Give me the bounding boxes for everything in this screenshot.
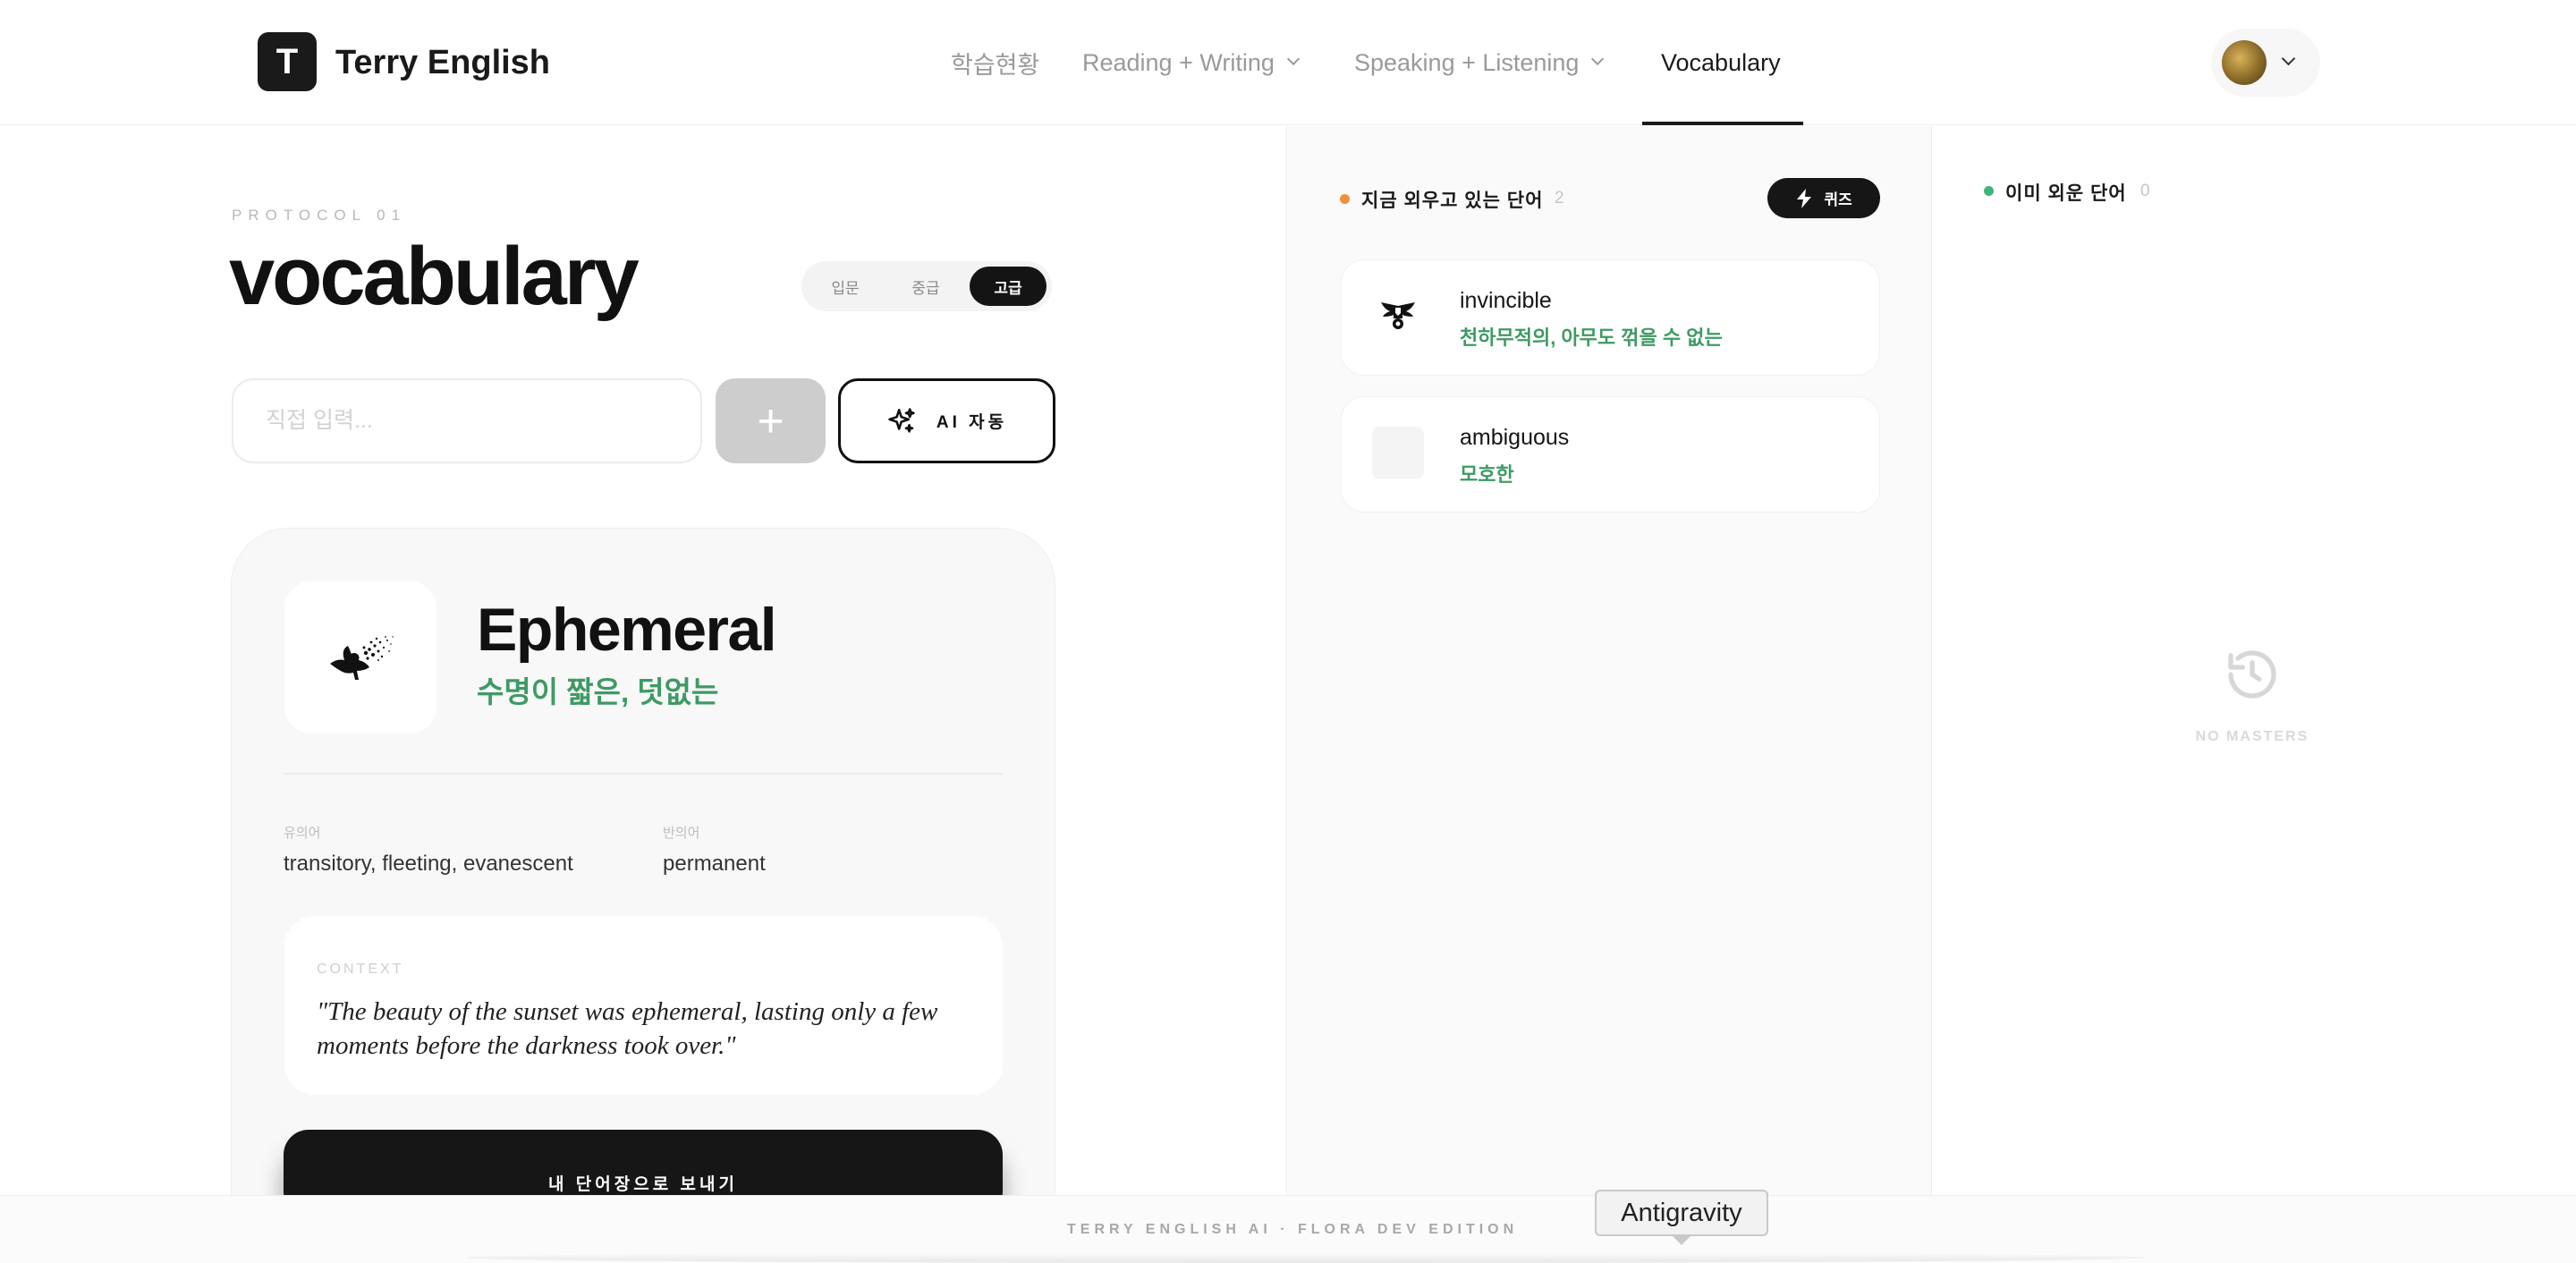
nav-vocabulary[interactable]: Vocabulary — [1661, 0, 1781, 125]
synonyms-value: transitory, fleeting, evanescent — [284, 852, 573, 876]
word-meaning: 수명이 짧은, 덧없는 — [477, 675, 719, 708]
learning-word-meaning: 모호한 — [1460, 463, 1514, 486]
nav-active-indicator — [1642, 122, 1803, 125]
lightning-icon — [1797, 188, 1812, 208]
learning-word-meaning: 천하무적의, 아무도 꺾을 수 없는 — [1460, 326, 1723, 349]
empty-state-text: NO MASTERS — [2195, 729, 2309, 744]
ai-auto-label: AI 자동 — [936, 413, 1008, 432]
page-title: vocabulary — [229, 231, 640, 322]
context-label: CONTEXT — [317, 962, 404, 977]
history-icon — [2228, 650, 2276, 699]
add-word-button[interactable]: + — [716, 378, 826, 463]
word-image — [284, 581, 436, 733]
footer-shadow — [465, 1252, 2147, 1263]
level-advanced-button[interactable]: 고급 — [970, 267, 1046, 306]
nav-reading-writing[interactable]: Reading + Writing — [1082, 0, 1300, 125]
brand-name[interactable]: Terry English — [335, 38, 550, 88]
nav-vocabulary-label: Vocabulary — [1661, 48, 1781, 76]
mastered-title: 이미 외운 단어 — [2005, 183, 2127, 204]
send-to-wordbook-label: 내 단어장으로 보내기 — [548, 1175, 738, 1194]
learning-count: 2 — [1555, 189, 1564, 208]
word-input[interactable] — [232, 378, 702, 463]
sparkles-icon — [888, 407, 915, 433]
quiz-label: 퀴즈 — [1824, 191, 1852, 208]
ai-auto-button[interactable]: AI 자동 — [838, 378, 1055, 463]
nav-speaking-listening-label: Speaking + Listening — [1354, 48, 1580, 76]
nav-reading-writing-label: Reading + Writing — [1082, 48, 1275, 76]
protocol-label: PROTOCOL 01 — [232, 207, 407, 224]
chevron-down-icon — [1286, 52, 1300, 66]
divider — [284, 773, 1003, 775]
antonyms-value: permanent — [663, 852, 766, 876]
chevron-down-icon — [1591, 52, 1605, 66]
winged-shield-icon — [1381, 302, 1415, 329]
dissolving-bird-icon — [330, 636, 394, 680]
learning-title: 지금 외우고 있는 단어 — [1361, 191, 1544, 211]
footer-text: TERRY ENGLISH AI · FLORA DEV EDITION — [1067, 1222, 1519, 1237]
word-thumbnail-placeholder — [1372, 427, 1424, 479]
nav-progress[interactable]: 학습현황 — [951, 0, 1039, 125]
avatar[interactable] — [2222, 40, 2267, 85]
logo-icon[interactable]: T — [258, 32, 317, 91]
word-title: Ephemeral — [477, 596, 777, 664]
quiz-button[interactable]: 퀴즈 — [1767, 178, 1880, 218]
antonyms-label: 반의어 — [663, 826, 700, 841]
level-intermediate-button[interactable]: 중급 — [887, 267, 964, 306]
tooltip: Antigravity — [1595, 1190, 1768, 1236]
learning-status-dot — [1340, 194, 1350, 204]
nav-speaking-listening[interactable]: Speaking + Listening — [1354, 0, 1605, 125]
level-beginner-button[interactable]: 입문 — [807, 267, 884, 306]
learning-word: ambiguous — [1460, 425, 1570, 450]
tooltip-arrow — [1671, 1234, 1692, 1245]
top-header: T Terry English 학습현황 Reading + Writing S… — [0, 0, 2576, 125]
nav-progress-label: 학습현황 — [951, 51, 1040, 79]
learning-word: invincible — [1460, 288, 1552, 313]
mastered-status-dot — [1984, 186, 1994, 196]
word-thumbnail — [1372, 291, 1424, 343]
level-selector: 입문 중급 고급 — [801, 261, 1052, 311]
context-sentence: "The beauty of the sunset was ephemeral,… — [317, 997, 938, 1060]
mastered-count: 0 — [2140, 182, 2150, 200]
synonyms-label: 유의어 — [284, 826, 321, 841]
